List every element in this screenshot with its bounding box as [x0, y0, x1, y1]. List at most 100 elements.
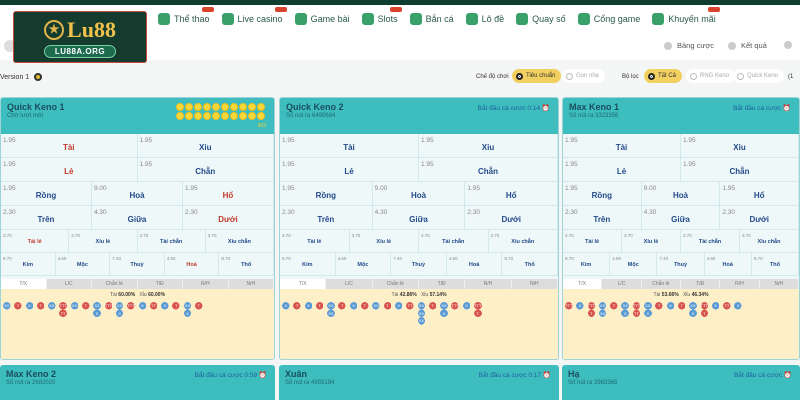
filter-all-label: Tất Cả [658, 73, 677, 79]
more-link[interactable] [784, 41, 792, 49]
result-ball [248, 103, 256, 111]
bet-option[interactable]: 4.30 Giữa [642, 206, 721, 229]
bet-option[interactable]: 9.00 Hoà [373, 182, 466, 205]
nav-item[interactable]: Bắn cá [409, 12, 454, 25]
road-tab[interactable]: R/H [465, 279, 512, 289]
road-tab[interactable]: N/H [759, 279, 799, 289]
bet-option[interactable]: 3.70 Tài lẻ [1, 230, 70, 252]
bet-option[interactable]: 1.95 Xỉu [419, 134, 558, 157]
bet-option[interactable]: 4.60 Hoả [447, 253, 503, 275]
bet-option[interactable]: 7.40 Thuỷ [110, 253, 165, 275]
bet-option[interactable]: 2.30 Dưới [720, 206, 799, 229]
bet-option[interactable]: 9.70 Thổ [219, 253, 274, 275]
bet-board-link[interactable]: Bảng cược [664, 41, 714, 50]
bet-option[interactable]: 9.00 Hoà [642, 182, 721, 205]
logo[interactable]: ★ Lu88 LU88A.ORG [14, 12, 146, 62]
bet-option[interactable]: 9.70 Kim [563, 253, 611, 275]
results-link[interactable]: Kết quả [728, 41, 767, 50]
bet-option[interactable]: 9.70 Thổ [752, 253, 799, 275]
version-selector[interactable]: Version 1 [0, 73, 43, 81]
nav-item[interactable]: Cổng game [577, 12, 640, 25]
road-tab[interactable]: T/X [280, 279, 327, 289]
bet-option[interactable]: 1.95 Xỉu [681, 134, 799, 157]
bet-odd: 3.70 [421, 233, 430, 238]
mode-compact[interactable]: Gọn nhẹ [562, 69, 606, 83]
nav-icon [516, 12, 529, 25]
nav-item[interactable]: Thể thao [158, 6, 214, 25]
bet-option[interactable]: 4.60 Mộc [56, 253, 111, 275]
road-tab[interactable]: Chẵn lẻ [641, 279, 681, 289]
bet-option[interactable]: 2.30 Dưới [183, 206, 274, 229]
bet-option[interactable]: 1.95 Lẻ [1, 158, 138, 181]
road-tab[interactable]: T/Đ [418, 279, 466, 289]
bet-option[interactable]: 3.70 Tài lẻ [563, 230, 622, 252]
mode-standard[interactable]: Tiêu chuẩn [512, 69, 562, 83]
bet-option[interactable]: 1.95 Rồng [280, 182, 373, 205]
road-tab[interactable]: L/C [326, 279, 373, 289]
bet-option[interactable]: 2.30 Trên [563, 206, 642, 229]
bet-option[interactable]: 2.30 Trên [1, 206, 92, 229]
odds-row: 1.95 Rồng 9.00 Hoà 1.95 Hổ [1, 182, 274, 206]
road-tab[interactable]: R/H [183, 279, 229, 289]
bet-option[interactable]: 4.60 Hoả [705, 253, 752, 275]
nav-item[interactable]: Live casino [221, 6, 287, 25]
nav-item[interactable]: Khuyến mãi [652, 6, 720, 25]
bet-option[interactable]: 3.70 Tài chẵn [138, 230, 206, 252]
road-tab[interactable]: N/H [511, 279, 558, 289]
bet-option[interactable]: 9.70 Kim [280, 253, 336, 275]
road-tab[interactable]: T/X [1, 279, 47, 289]
bet-option[interactable]: 3.70 Tài chẵn [419, 230, 489, 252]
bet-option[interactable]: 4.60 Mộc [336, 253, 392, 275]
road-tab[interactable]: Chẵn lẻ [92, 279, 138, 289]
bet-option[interactable]: 3.70 Tài lẻ [280, 230, 350, 252]
bet-option[interactable]: 1.95 Rồng [1, 182, 92, 205]
bet-option[interactable]: 1.95 Xỉu [138, 134, 274, 157]
road-tab[interactable]: T/X [563, 279, 603, 289]
nav-item[interactable]: Quay số [516, 12, 566, 25]
bet-option[interactable]: 4.60 Hoả [165, 253, 220, 275]
bet-option[interactable]: 7.40 Thuỷ [391, 253, 447, 275]
road-tab[interactable]: T/Đ [680, 279, 721, 289]
bet-option[interactable]: 1.95 Chẵn [681, 158, 799, 181]
bet-option[interactable]: 4.30 Giữa [373, 206, 466, 229]
road-tab[interactable]: L/C [46, 279, 92, 289]
nav-item[interactable]: Slots [361, 6, 402, 25]
bet-option[interactable]: 3.70 Xỉu chẵn [206, 230, 274, 252]
odds-row: 1.95 Tài 1.95 Xỉu [280, 134, 558, 158]
filter-all[interactable]: Tất Cả [644, 69, 683, 83]
bet-option[interactable]: 9.00 Hoà [92, 182, 183, 205]
filter-quick[interactable]: Quick Keno [733, 69, 785, 83]
bet-option[interactable]: 1.95 Tài [1, 134, 138, 157]
road-tab[interactable]: Chẵn lẻ [372, 279, 419, 289]
bet-option[interactable]: 3.70 Tài chẵn [681, 230, 740, 252]
filter-rng[interactable]: RNG Keno [686, 69, 736, 83]
road-tab[interactable]: R/H [720, 279, 760, 289]
bet-option[interactable]: 1.95 Lẻ [563, 158, 681, 181]
bet-option[interactable]: 4.60 Mộc [610, 253, 658, 275]
road-tab[interactable]: L/C [602, 279, 642, 289]
bet-option[interactable]: 4.30 Giữa [92, 206, 183, 229]
bet-option[interactable]: 3.70 Xỉu chẵn [489, 230, 558, 252]
bet-option[interactable]: 1.95 Hổ [183, 182, 274, 205]
nav-item[interactable]: Game bài [294, 12, 350, 25]
bet-option[interactable]: 9.70 Thổ [502, 253, 558, 275]
bet-option[interactable]: 1.95 Lẻ [280, 158, 419, 181]
bet-option[interactable]: 3.70 Xỉu lẻ [350, 230, 419, 252]
bet-option[interactable]: 2.30 Trên [280, 206, 373, 229]
bet-option[interactable]: 3.70 Xỉu lẻ [69, 230, 138, 252]
bet-option[interactable]: 1.95 Rồng [563, 182, 642, 205]
bet-option[interactable]: 7.40 Thuỷ [657, 253, 705, 275]
bet-option[interactable]: 1.95 Tài [280, 134, 419, 157]
road-tab[interactable]: T/Đ [137, 279, 183, 289]
bet-option[interactable]: 1.95 Chẵn [138, 158, 274, 181]
bet-option[interactable]: 9.70 Kim [1, 253, 56, 275]
nav-item[interactable]: Lô đề [465, 12, 504, 25]
bet-option[interactable]: 1.95 Tài [563, 134, 681, 157]
bet-option[interactable]: 1.95 Hổ [720, 182, 799, 205]
bet-option[interactable]: 3.70 Xỉu lẻ [622, 230, 681, 252]
bet-option[interactable]: 2.30 Dưới [465, 206, 558, 229]
bet-option[interactable]: 3.70 Xỉu chẵn [740, 230, 799, 252]
bet-option[interactable]: 1.95 Chẵn [419, 158, 558, 181]
road-tab[interactable]: N/H [228, 279, 274, 289]
bet-option[interactable]: 1.95 Hổ [465, 182, 558, 205]
